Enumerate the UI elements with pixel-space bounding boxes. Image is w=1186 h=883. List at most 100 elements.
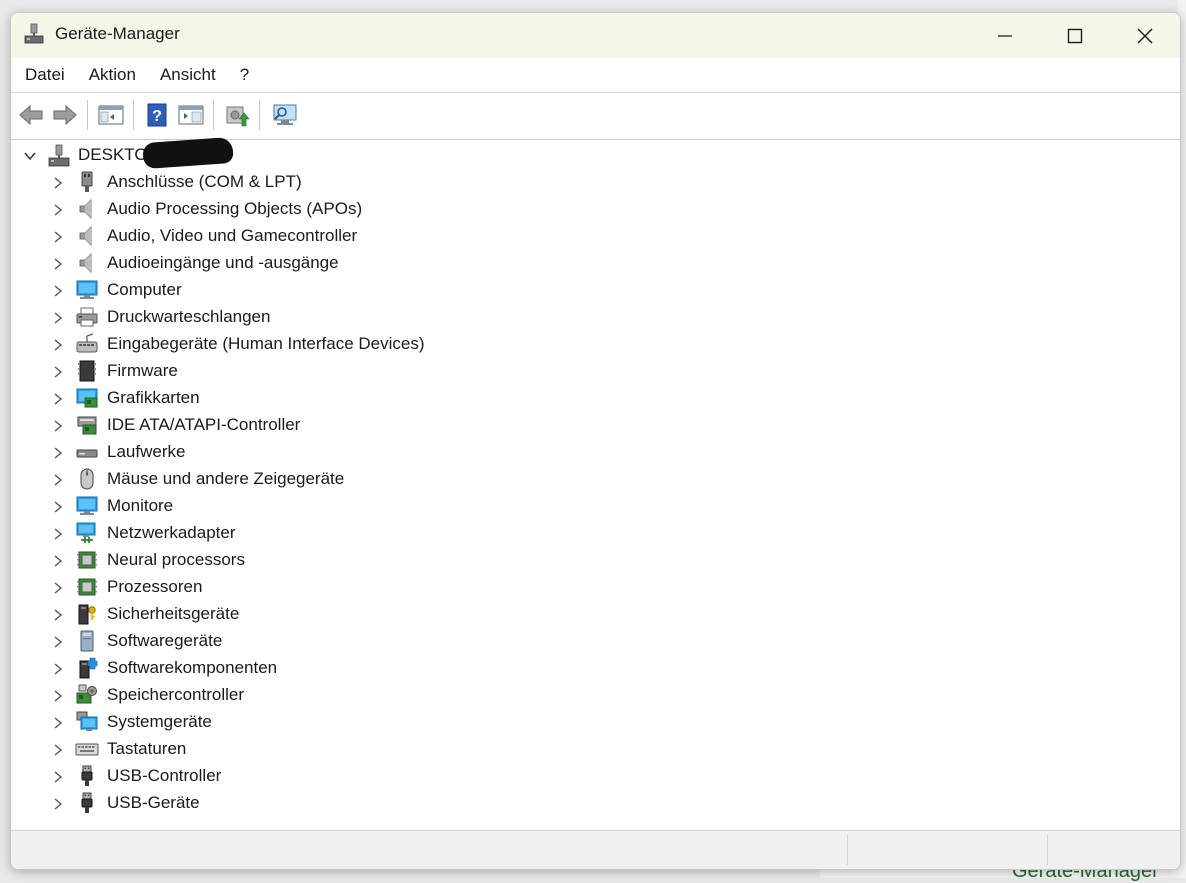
tree-category-label: Neural processors — [107, 550, 245, 569]
toolbar-separator — [133, 100, 134, 130]
chevron-right-icon[interactable] — [51, 662, 65, 676]
tree-category-label: Computer — [107, 280, 182, 299]
chevron-right-icon[interactable] — [51, 527, 65, 541]
properties-button[interactable] — [177, 101, 205, 129]
tree-category-item[interactable]: Sicherheitsgeräte — [11, 601, 531, 628]
svg-text:?: ? — [152, 108, 162, 125]
tree-category-item[interactable]: Speichercontroller — [11, 682, 531, 709]
help-button[interactable]: ? — [143, 101, 171, 129]
chevron-right-icon[interactable] — [51, 203, 65, 217]
chevron-right-icon[interactable] — [51, 284, 65, 298]
tree-category-item[interactable]: Laufwerke — [11, 439, 531, 466]
tree-category-item[interactable]: Netzwerkadapter — [11, 520, 531, 547]
tree-category-item[interactable]: Audio, Video und Gamecontroller — [11, 223, 531, 250]
speaker-icon — [79, 199, 92, 219]
tree-category-item[interactable]: Druckwarteschlangen — [11, 304, 531, 331]
tree-category-label: Systemgeräte — [107, 712, 212, 731]
minimize-button[interactable] — [970, 13, 1040, 58]
chevron-right-icon[interactable] — [51, 554, 65, 568]
tree-category-item[interactable]: Eingabegeräte (Human Interface Devices) — [11, 331, 531, 358]
scan-hardware-button[interactable] — [271, 101, 299, 129]
close-icon — [1137, 28, 1153, 43]
tree-category-label: Eingabegeräte (Human Interface Devices) — [107, 334, 425, 353]
device-tree: DESKTOP- Anschlüsse (COM & LPT) Audio Pro… — [11, 136, 1180, 832]
tree-category-item[interactable]: USB-Controller — [11, 763, 531, 790]
chevron-right-icon[interactable] — [51, 716, 65, 730]
chevron-right-icon[interactable] — [51, 419, 65, 433]
firmware-icon — [78, 360, 96, 382]
chevron-right-icon[interactable] — [51, 608, 65, 622]
update-driver-icon — [226, 106, 250, 127]
chevron-right-icon[interactable] — [51, 230, 65, 244]
tree-category-item[interactable]: Softwaregeräte — [11, 628, 531, 655]
chevron-right-icon[interactable] — [51, 743, 65, 757]
show-hide-console-tree-button[interactable] — [97, 101, 125, 129]
usb-icon — [81, 765, 93, 786]
tree-category-label: Softwaregeräte — [107, 631, 223, 650]
tree-category-item[interactable]: Tastaturen — [11, 736, 531, 763]
tree-category-label: Druckwarteschlangen — [107, 307, 271, 326]
tree-category-item[interactable]: IDE ATA/ATAPI-Controller — [11, 412, 531, 439]
menu-help[interactable]: ? — [228, 65, 261, 85]
security-key-icon — [78, 604, 96, 625]
forward-button[interactable] — [51, 101, 79, 129]
tree-category-item[interactable]: Systemgeräte — [11, 709, 531, 736]
tree-category-item[interactable]: Monitore — [11, 493, 531, 520]
tree-category-item[interactable]: Audio Processing Objects (APOs) — [11, 196, 531, 223]
chevron-right-icon[interactable] — [51, 689, 65, 703]
chevron-right-icon[interactable] — [51, 365, 65, 379]
tree-category-label: Softwarekomponenten — [107, 658, 278, 677]
minimize-icon — [998, 34, 1012, 37]
back-icon — [19, 104, 43, 126]
menu-ansicht[interactable]: Ansicht — [148, 65, 228, 85]
properties-icon — [178, 105, 204, 125]
mouse-icon — [80, 468, 94, 490]
tree-category-item[interactable]: Firmware — [11, 358, 531, 385]
maximize-button[interactable] — [1040, 13, 1110, 58]
speaker-icon — [79, 226, 92, 246]
window-title: Geräte-Manager — [55, 24, 180, 43]
speaker-icon — [79, 253, 92, 273]
chevron-right-icon[interactable] — [51, 311, 65, 325]
chevron-right-icon[interactable] — [51, 635, 65, 649]
tree-category-item[interactable]: USB-Geräte — [11, 790, 531, 817]
chevron-right-icon[interactable] — [51, 257, 65, 271]
tree-category-item[interactable]: Grafikkarten — [11, 385, 531, 412]
tree-category-item[interactable]: Neural processors — [11, 547, 531, 574]
drive-icon — [76, 449, 98, 458]
tree-category-label: Netzwerkadapter — [107, 523, 236, 542]
hid-icon — [76, 333, 98, 353]
chevron-right-icon[interactable] — [51, 338, 65, 352]
tree-category-label: Anschlüsse (COM & LPT) — [107, 172, 302, 191]
monitor-icon — [76, 496, 98, 515]
chevron-right-icon[interactable] — [51, 446, 65, 460]
tree-category-item[interactable]: Softwarekomponenten — [11, 655, 531, 682]
toolbar: ? — [11, 92, 1180, 140]
chevron-right-icon[interactable] — [51, 581, 65, 595]
menu-aktion[interactable]: Aktion — [77, 65, 148, 85]
title-bar[interactable]: Geräte-Manager — [11, 13, 1180, 58]
tree-category-label: Audioeingänge und -ausgänge — [107, 253, 339, 272]
update-driver-button[interactable] — [223, 101, 251, 129]
tree-category-item[interactable]: Audioeingänge und -ausgänge — [11, 250, 531, 277]
close-button[interactable] — [1110, 13, 1180, 58]
chevron-right-icon[interactable] — [51, 473, 65, 487]
device-manager-icon — [24, 23, 44, 44]
chevron-right-icon[interactable] — [51, 176, 65, 190]
chevron-down-icon[interactable] — [23, 149, 37, 163]
menu-datei[interactable]: Datei — [11, 65, 77, 85]
tree-category-item[interactable]: Prozessoren — [11, 574, 531, 601]
chevron-right-icon[interactable] — [51, 500, 65, 514]
printer-icon — [76, 307, 98, 327]
system-icon — [76, 711, 98, 731]
chevron-right-icon[interactable] — [51, 770, 65, 784]
keyboard-icon — [75, 743, 99, 756]
tree-category-item[interactable]: Computer — [11, 277, 531, 304]
tree-category-item[interactable]: Anschlüsse (COM & LPT) — [11, 169, 531, 196]
tree-category-item[interactable]: Mäuse und andere Zeigegeräte — [11, 466, 531, 493]
chevron-right-icon[interactable] — [51, 797, 65, 811]
ide-controller-icon — [77, 416, 97, 435]
chevron-right-icon[interactable] — [51, 392, 65, 406]
back-button[interactable] — [17, 101, 45, 129]
tree-category-label: Firmware — [107, 361, 178, 380]
